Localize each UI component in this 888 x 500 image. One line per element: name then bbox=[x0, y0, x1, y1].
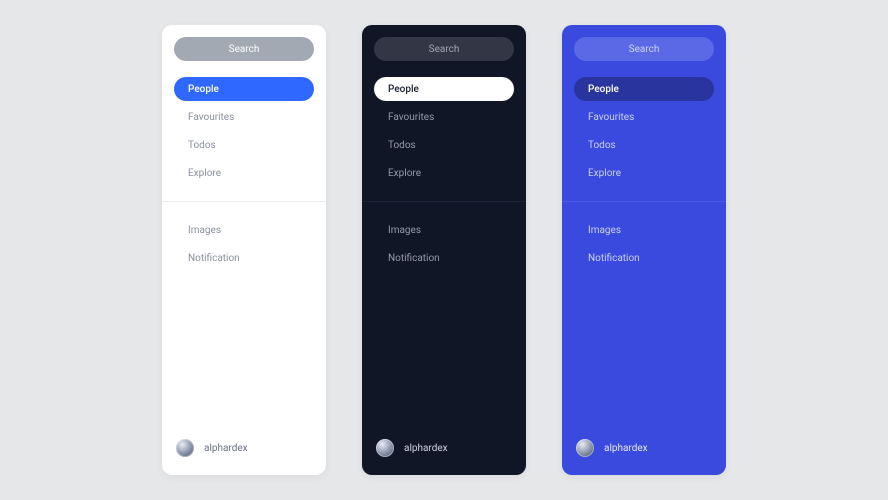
nav-section-primary: Search People Favourites Todos Explore bbox=[162, 25, 326, 201]
nav-item-notification[interactable]: Notification bbox=[174, 246, 314, 270]
search-input[interactable]: Search bbox=[174, 37, 314, 61]
avatar bbox=[176, 439, 194, 457]
search-input[interactable]: Search bbox=[374, 37, 514, 61]
nav-section-primary: Search People Favourites Todos Explore bbox=[362, 25, 526, 201]
nav-item-label: Images bbox=[388, 225, 421, 236]
nav-item-label: Favourites bbox=[188, 112, 234, 123]
nav-item-label: Favourites bbox=[588, 112, 634, 123]
nav-item-label: Images bbox=[588, 225, 621, 236]
nav-card-light: Search People Favourites Todos Explore I… bbox=[162, 25, 326, 475]
nav-item-todos[interactable]: Todos bbox=[174, 133, 314, 157]
nav-item-label: Notification bbox=[188, 253, 240, 264]
nav-item-images[interactable]: Images bbox=[374, 218, 514, 242]
search-placeholder: Search bbox=[229, 44, 260, 55]
nav-item-images[interactable]: Images bbox=[574, 218, 714, 242]
search-placeholder: Search bbox=[629, 44, 660, 55]
nav-item-label: People bbox=[188, 84, 219, 95]
avatar bbox=[376, 439, 394, 457]
nav-item-label: Todos bbox=[588, 140, 616, 151]
nav-section-secondary: Images Notification bbox=[362, 201, 526, 286]
search-input[interactable]: Search bbox=[574, 37, 714, 61]
nav-item-label: Images bbox=[188, 225, 221, 236]
nav-item-favourites[interactable]: Favourites bbox=[574, 105, 714, 129]
user-name: alphardex bbox=[604, 443, 648, 454]
nav-card-dark: Search People Favourites Todos Explore I… bbox=[362, 25, 526, 475]
user-name: alphardex bbox=[204, 443, 248, 454]
nav-item-label: Todos bbox=[388, 140, 416, 151]
nav-section-secondary: Images Notification bbox=[562, 201, 726, 286]
nav-item-label: Notification bbox=[588, 253, 640, 264]
avatar bbox=[576, 439, 594, 457]
user-footer[interactable]: alphardex bbox=[362, 421, 526, 475]
nav-item-explore[interactable]: Explore bbox=[174, 161, 314, 185]
user-name: alphardex bbox=[404, 443, 448, 454]
nav-section-secondary: Images Notification bbox=[162, 201, 326, 286]
nav-item-label: People bbox=[588, 84, 619, 95]
nav-item-people[interactable]: People bbox=[374, 77, 514, 101]
nav-item-todos[interactable]: Todos bbox=[374, 133, 514, 157]
nav-item-label: Explore bbox=[588, 168, 621, 179]
nav-item-label: Todos bbox=[188, 140, 216, 151]
nav-item-notification[interactable]: Notification bbox=[374, 246, 514, 270]
search-placeholder: Search bbox=[429, 44, 460, 55]
nav-item-todos[interactable]: Todos bbox=[574, 133, 714, 157]
nav-item-explore[interactable]: Explore bbox=[574, 161, 714, 185]
nav-item-favourites[interactable]: Favourites bbox=[174, 105, 314, 129]
nav-section-primary: Search People Favourites Todos Explore bbox=[562, 25, 726, 201]
nav-item-explore[interactable]: Explore bbox=[374, 161, 514, 185]
nav-item-people[interactable]: People bbox=[574, 77, 714, 101]
nav-item-label: People bbox=[388, 84, 419, 95]
nav-item-label: Explore bbox=[188, 168, 221, 179]
nav-item-label: Explore bbox=[388, 168, 421, 179]
nav-item-notification[interactable]: Notification bbox=[574, 246, 714, 270]
nav-item-images[interactable]: Images bbox=[174, 218, 314, 242]
nav-card-blue: Search People Favourites Todos Explore I… bbox=[562, 25, 726, 475]
user-footer[interactable]: alphardex bbox=[562, 421, 726, 475]
nav-item-label: Notification bbox=[388, 253, 440, 264]
user-footer[interactable]: alphardex bbox=[162, 421, 326, 475]
nav-item-people[interactable]: People bbox=[174, 77, 314, 101]
nav-item-favourites[interactable]: Favourites bbox=[374, 105, 514, 129]
nav-item-label: Favourites bbox=[388, 112, 434, 123]
